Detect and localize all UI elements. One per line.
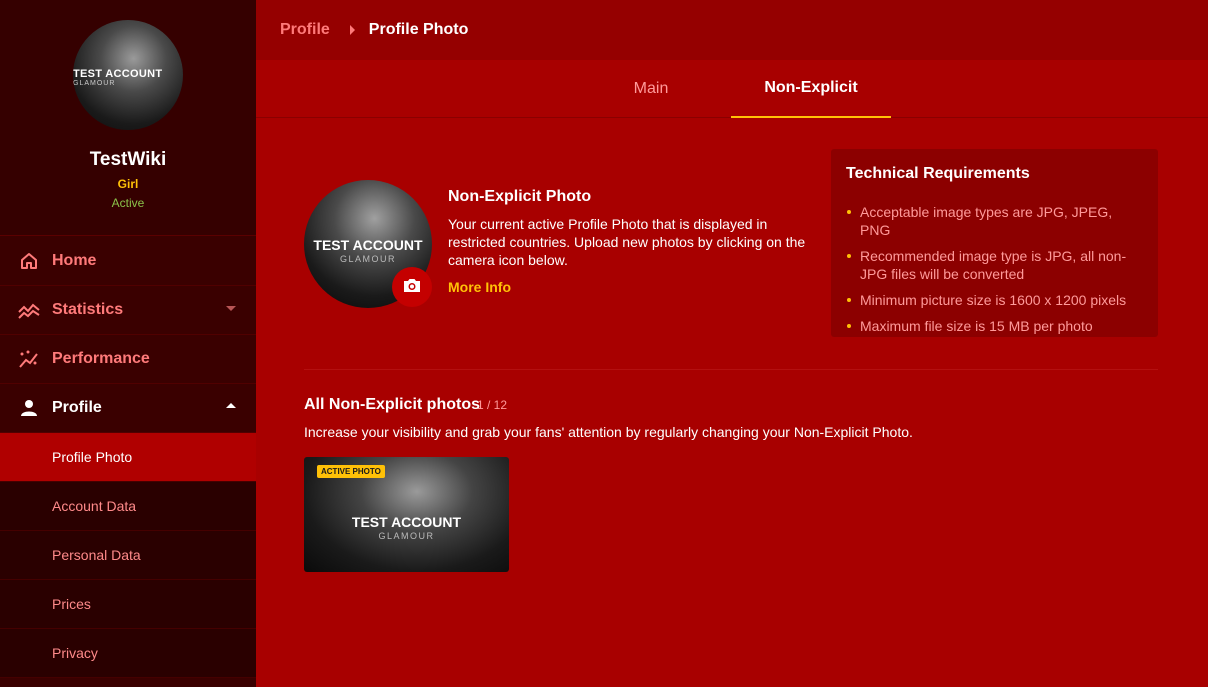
avatar[interactable]: TEST ACCOUNT GLAMOUR — [73, 20, 183, 130]
gallery-title: All Non-Explicit photos — [304, 396, 480, 413]
user-status: Active — [111, 196, 145, 210]
requirement-item: Maximum file size is 15 MB per photo — [846, 317, 1143, 335]
requirement-item: Minimum picture size is 1600 x 1200 pixe… — [846, 291, 1143, 309]
breadcrumb-arrow-icon — [349, 25, 355, 35]
photo-thumbnail[interactable]: ACTIVE PHOTO TEST ACCOUNT GLAMOUR — [304, 457, 509, 572]
chevron-up-icon — [226, 403, 236, 408]
tab-main[interactable]: Main — [586, 60, 716, 118]
user-type: Girl — [117, 177, 139, 191]
photo-description: Your current active Profile Photo that i… — [448, 216, 806, 268]
requirement-item: Recommended image type is JPG, all non-J… — [846, 247, 1143, 283]
sidebar-subitem-profile-photo[interactable]: Profile Photo — [0, 433, 256, 482]
avatar-watermark: TEST ACCOUNT — [73, 68, 163, 80]
sidebar-subitem-prices[interactable]: Prices — [0, 580, 256, 629]
gallery-description: Increase your visibility and grab your f… — [304, 424, 913, 440]
sidebar-item-home[interactable]: Home — [0, 237, 256, 286]
statistics-icon — [18, 299, 40, 321]
sidebar-item-statistics[interactable]: Statistics — [0, 286, 256, 335]
camera-icon — [402, 277, 422, 298]
upload-photo-button[interactable] — [392, 267, 432, 307]
sidebar-subitem-account-data[interactable]: Account Data — [0, 482, 256, 531]
requirements-list: Acceptable image types are JPG, JPEG, PN… — [846, 203, 1143, 335]
photo-watermark-sub: GLAMOUR — [339, 254, 396, 264]
sidebar: TEST ACCOUNT GLAMOUR TestWiki Girl Activ… — [0, 0, 256, 687]
active-photo-badge: ACTIVE PHOTO — [317, 465, 385, 478]
breadcrumb-parent[interactable]: Profile — [280, 21, 330, 39]
sidebar-subitem-personal-data[interactable]: Personal Data — [0, 531, 256, 580]
more-info-link[interactable]: More Info — [448, 279, 511, 295]
sidebar-item-label: Statistics — [52, 301, 124, 318]
photo-watermark: TEST ACCOUNT — [313, 237, 423, 253]
sidebar-item-profile[interactable]: Profile — [0, 384, 256, 433]
sidebar-nav: Home Statistics Performance Profile Prof… — [0, 237, 256, 678]
tab-non-explicit[interactable]: Non-Explicit — [731, 60, 891, 118]
breadcrumb: Profile Profile Photo — [256, 0, 1208, 60]
chevron-down-icon — [226, 306, 236, 311]
sidebar-item-label: Home — [52, 252, 97, 269]
tab-bar: Main Non-Explicit — [256, 60, 1208, 118]
thumb-watermark: TEST ACCOUNT — [351, 514, 462, 530]
performance-icon — [18, 348, 40, 370]
sidebar-item-label: Performance — [52, 350, 150, 367]
sidebar-item-performance[interactable]: Performance — [0, 335, 256, 384]
technical-requirements-title: Technical Requirements — [846, 165, 1030, 182]
home-icon — [18, 250, 40, 272]
sidebar-item-label: Profile — [52, 399, 102, 416]
thumb-watermark-sub: GLAMOUR — [378, 531, 435, 541]
person-icon — [18, 397, 40, 419]
sidebar-subitem-privacy[interactable]: Privacy — [0, 629, 256, 678]
technical-requirements-panel: Technical Requirements Acceptable image … — [831, 149, 1158, 337]
requirement-item: Acceptable image types are JPG, JPEG, PN… — [846, 203, 1143, 239]
user-name: TestWiki — [89, 149, 167, 170]
photo-title: Non-Explicit Photo — [448, 188, 592, 205]
breadcrumb-current: Profile Photo — [368, 21, 469, 38]
section-divider — [304, 369, 1158, 370]
avatar-watermark-sub: GLAMOUR — [73, 80, 116, 87]
gallery-count: 1 / 12 — [477, 398, 508, 412]
